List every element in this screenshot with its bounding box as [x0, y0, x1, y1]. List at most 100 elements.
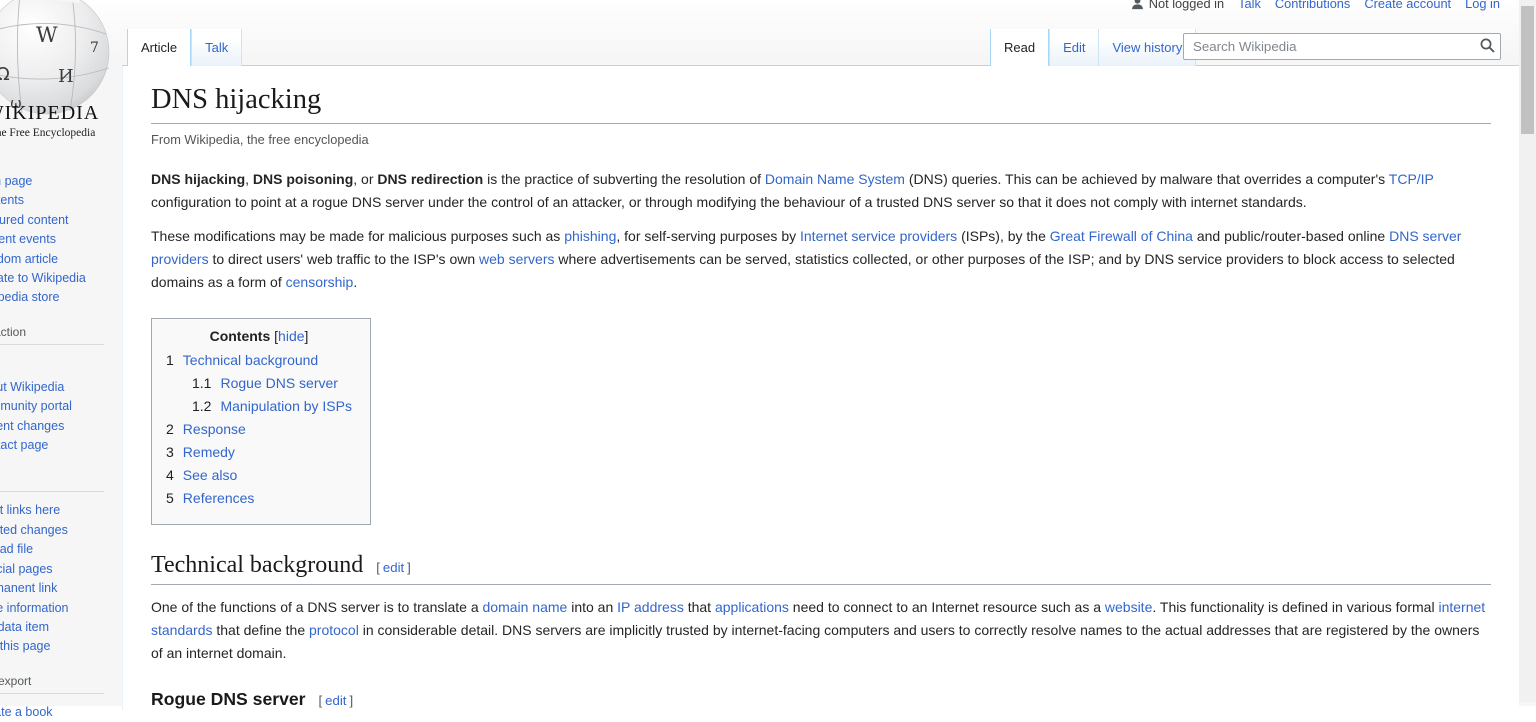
view-tabs: Read Edit View history [990, 29, 1196, 66]
tab-view-history[interactable]: View history [1098, 29, 1196, 66]
tab-edit[interactable]: Edit [1049, 29, 1098, 66]
toc-link[interactable]: See also [183, 467, 237, 483]
toc-link[interactable]: Technical background [183, 352, 318, 368]
sidebar-link[interactable]: Community portal [0, 399, 72, 413]
toc-item: 1.1 Rogue DNS server [166, 374, 352, 392]
sidebar-link[interactable]: Contact page [0, 438, 48, 452]
tab-read[interactable]: Read [990, 29, 1049, 66]
sidebar-list-item: Upload file [0, 540, 122, 559]
personal-bar-item: Contributions [1275, 0, 1350, 11]
sidebar-link[interactable]: Recent changes [0, 419, 64, 433]
wikipedia-page: W Ω И 7 ω WIKIPEDIA The Free Encyclopedi… [0, 0, 1536, 706]
article-link[interactable]: web servers [479, 251, 554, 267]
text-run: to direct users' web traffic to the ISP'… [209, 251, 479, 267]
sidebar-list-item: Cite this page [0, 637, 122, 656]
sidebar-section-header: Print/export [0, 674, 104, 694]
sidebar-list-item: Permanent link [0, 579, 122, 598]
tab-talk[interactable]: Talk [191, 29, 242, 66]
tab-article[interactable]: Article [127, 29, 191, 66]
search-input[interactable] [1183, 33, 1501, 60]
article-link[interactable]: protocol [309, 622, 359, 638]
toc-link[interactable]: Remedy [183, 444, 235, 460]
toc-item: 3Remedy [166, 443, 352, 461]
text-run: and public/router-based online [1193, 228, 1389, 244]
personal-link[interactable]: Talk [1238, 0, 1261, 11]
edit-bracket: [ [316, 693, 326, 708]
sidebar-section-header: Interaction [0, 325, 104, 345]
table-of-contents: Contents [hide] 1Technical background 1.… [151, 318, 371, 525]
sidebar: W Ω И 7 ω WIKIPEDIA The Free Encyclopedi… [0, 0, 122, 162]
sidebar-list-item: Main page [0, 172, 122, 191]
section-heading-technical-background: Technical background[edit] [151, 552, 1491, 585]
sidebar-link[interactable]: About Wikipedia [0, 380, 64, 394]
personal-link[interactable]: Contributions [1275, 0, 1350, 11]
search-button[interactable] [1476, 36, 1498, 57]
text-run: is the practice of subverting the resolu… [483, 171, 765, 187]
text-run: that define the [212, 622, 309, 638]
text-run: , or [353, 171, 377, 187]
sidebar-link[interactable]: Upload file [0, 542, 33, 556]
toc-item: 1.2Manipulation by ISPs [166, 397, 352, 415]
personal-link[interactable]: Create account [1364, 0, 1451, 11]
edit-bracket: ] [404, 560, 414, 575]
text-run: , [245, 171, 253, 187]
toc-link[interactable]: Response [183, 421, 246, 437]
sidebar-link[interactable]: Cite this page [0, 639, 50, 653]
sidebar-link[interactable]: Special pages [0, 562, 53, 576]
svg-text:Ω: Ω [0, 64, 10, 85]
article-link[interactable]: Internet service providers [800, 228, 957, 244]
toc-heading: Contents [210, 328, 271, 344]
sidebar-link[interactable]: Wikipedia store [0, 290, 59, 304]
article-link[interactable]: applications [715, 599, 789, 615]
sidebar-link[interactable]: Wikidata item [0, 620, 49, 634]
wikipedia-logo[interactable]: W Ω И 7 ω WIKIPEDIA The Free Encyclopedi… [0, 0, 122, 162]
article-link[interactable]: TCP/IP [1389, 171, 1434, 187]
scrollbar-thumb[interactable] [1521, 6, 1534, 134]
namespace-tabs: Article Talk [127, 29, 242, 66]
toc-link[interactable]: Manipulation by ISPs [220, 398, 352, 414]
text-run: DNS redirection [377, 171, 483, 187]
article-link[interactable]: Great Firewall of China [1050, 228, 1193, 244]
sidebar-list-item: What links here [0, 501, 122, 520]
article-link[interactable]: phishing [564, 228, 616, 244]
edit-bracket: ] [346, 693, 356, 708]
sidebar-list-item: Wikipedia store [0, 288, 122, 307]
sidebar-link[interactable]: What links here [0, 503, 60, 517]
sidebar-section-print-export: Print/export Create a book [0, 674, 122, 722]
lead-paragraph-1: DNS hijacking, DNS poisoning, or DNS red… [151, 168, 1491, 214]
toc-item: 1Technical background [166, 351, 352, 369]
article-link[interactable]: Domain Name System [765, 171, 905, 187]
sidebar-link[interactable]: Page information [0, 601, 69, 615]
svg-text:7: 7 [90, 40, 99, 56]
sidebar-link[interactable]: Contents [0, 193, 24, 207]
sidebar-link[interactable]: Main page [0, 174, 32, 188]
sidebar-list-item: Featured content [0, 211, 122, 230]
edit-bracket: [ [373, 560, 383, 575]
edit-section-link[interactable]: edit [325, 693, 346, 708]
toc-item: 5References [166, 489, 352, 507]
sidebar-link[interactable]: Permanent link [0, 581, 57, 595]
toc-hide-link[interactable]: hide [278, 328, 304, 344]
article-link[interactable]: domain name [483, 599, 568, 615]
edit-section-link[interactable]: edit [383, 560, 404, 575]
sidebar-link[interactable]: Related changes [0, 523, 68, 537]
svg-text:W: W [36, 23, 58, 47]
text-run: DNS hijacking [151, 171, 245, 187]
text-run: into an [567, 599, 617, 615]
sidebar-link[interactable]: Create a book [0, 705, 53, 719]
scrollbar[interactable] [1519, 0, 1536, 702]
sidebar-link[interactable]: Donate to Wikipedia [0, 271, 86, 285]
toc-title: Contents [hide] [166, 328, 352, 344]
article-link[interactable]: IP address [617, 599, 684, 615]
toc-number: 1.1 [192, 375, 211, 391]
personal-bar-item: Create account [1364, 0, 1451, 11]
toc-number: 4 [166, 467, 174, 483]
sidebar-link[interactable]: Current events [0, 232, 56, 246]
personal-link[interactable]: Log in [1465, 0, 1500, 11]
toc-link[interactable]: Rogue DNS server [220, 375, 338, 391]
sidebar-link[interactable]: Featured content [0, 213, 69, 227]
toc-link[interactable]: References [183, 490, 255, 506]
sidebar-link[interactable]: Random article [0, 252, 58, 266]
article-link[interactable]: website [1105, 599, 1152, 615]
article-link[interactable]: censorship [286, 274, 354, 290]
